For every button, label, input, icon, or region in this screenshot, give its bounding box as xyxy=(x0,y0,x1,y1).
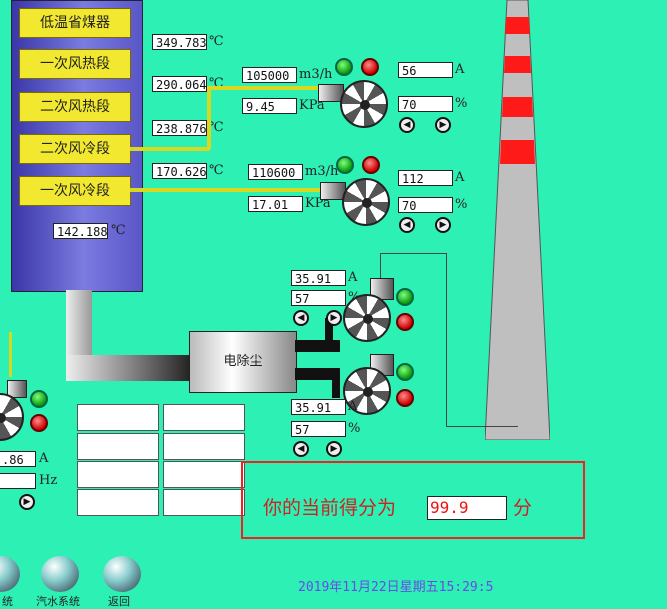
idfan1-decrease-icon[interactable]: ◀ xyxy=(293,310,309,326)
section-secondary-air-hot[interactable]: 二次风热段 xyxy=(19,92,131,122)
fan1-opening: 70 xyxy=(398,96,453,112)
temp-outlet-unit: ℃ xyxy=(111,223,126,238)
nav-system-label: 统 xyxy=(2,595,13,608)
nav-steam-water-label: 汽水系统 xyxy=(36,595,80,608)
blank-cell xyxy=(163,404,245,431)
leftfan-increase-icon[interactable]: ▶ xyxy=(19,494,35,510)
section-primary-air-hot[interactable]: 一次风热段 xyxy=(19,49,131,79)
idfan2-start-icon[interactable] xyxy=(396,363,414,381)
fan2-flow-unit: m3/h xyxy=(305,164,339,179)
idfan1-current: 35.91 xyxy=(291,270,346,286)
leftfan-frequency-unit: Hz xyxy=(39,473,58,488)
temp-primary-cold: 170.626 xyxy=(152,163,207,179)
leftfan-current-unit: A xyxy=(39,451,49,466)
temp-outlet: 142.188 xyxy=(53,223,108,239)
idfan1-stop-icon[interactable] xyxy=(396,313,414,331)
idfan2-opening-unit: % xyxy=(348,421,361,436)
idfan2-stop-icon[interactable] xyxy=(396,389,414,407)
idfan2-increase-icon[interactable]: ▶ xyxy=(326,441,342,457)
score-panel: 你的当前得分为 99.9 分 xyxy=(241,461,585,539)
fan2-decrease-icon[interactable]: ◀ xyxy=(399,217,415,233)
temp-unit: ℃ xyxy=(209,34,224,49)
fan1-pressure: 9.45 xyxy=(242,98,297,114)
blank-cell xyxy=(163,433,245,460)
fan1-flow: 105000 xyxy=(242,67,297,83)
fan2-increase-icon[interactable]: ▶ xyxy=(435,217,451,233)
fan1-opening-unit: % xyxy=(455,96,468,111)
duct-to-idfan xyxy=(295,340,340,352)
idfan2-current: 35.91 xyxy=(291,399,346,415)
blank-cell xyxy=(77,489,159,516)
fan2-stop-icon[interactable] xyxy=(362,156,380,174)
section-low-temp-economizer[interactable]: 低温省煤器 xyxy=(19,8,131,38)
flue-line xyxy=(446,253,447,426)
fan1-current-unit: A xyxy=(455,62,465,77)
temp-economizer: 349.783 xyxy=(152,34,207,50)
blank-cell xyxy=(163,461,245,488)
section-primary-air-cold[interactable]: 一次风冷段 xyxy=(19,176,131,206)
score-value: 99.9 xyxy=(427,496,507,520)
temp-unit: ℃ xyxy=(209,120,224,135)
precipitator[interactable]: 电除尘 xyxy=(189,331,297,393)
fan1-impeller[interactable] xyxy=(340,80,388,128)
datetime: 2019年11月22日星期五15:29:5 xyxy=(298,580,494,595)
blank-cell xyxy=(163,489,245,516)
flue-line xyxy=(380,253,381,278)
boiler-tower: 低温省煤器 一次风热段 二次风热段 二次风冷段 一次风冷段 142.188 ℃ xyxy=(11,0,143,292)
leftfan-frequency xyxy=(0,473,36,489)
leftfan-stop-icon[interactable] xyxy=(30,414,48,432)
air-pipe xyxy=(207,86,211,149)
fan2-opening-unit: % xyxy=(455,197,468,212)
idfan1-impeller[interactable] xyxy=(343,294,391,342)
duct-to-idfan xyxy=(332,368,340,398)
leftfan-impeller[interactable] xyxy=(0,393,24,441)
flue-duct xyxy=(66,355,191,381)
idfan1-start-icon[interactable] xyxy=(396,288,414,306)
fan1-decrease-icon[interactable]: ◀ xyxy=(399,117,415,133)
fan2-current-unit: A xyxy=(455,170,465,185)
leftfan-start-icon[interactable] xyxy=(30,390,48,408)
chimney xyxy=(484,0,551,441)
idfan1-current-unit: A xyxy=(348,270,358,285)
idfan2-decrease-icon[interactable]: ◀ xyxy=(293,441,309,457)
flue-line xyxy=(380,253,446,254)
nav-steam-water-button[interactable] xyxy=(41,556,79,592)
idfan2-current-unit: A xyxy=(348,399,358,414)
nav-return-label: 返回 xyxy=(108,595,130,608)
fan1-stop-icon[interactable] xyxy=(361,58,379,76)
fan1-increase-icon[interactable]: ▶ xyxy=(435,117,451,133)
nav-return-button[interactable] xyxy=(103,556,141,592)
air-pipe xyxy=(130,147,210,151)
fan1-flow-unit: m3/h xyxy=(299,67,333,82)
idfan2-opening: 57 xyxy=(291,421,346,437)
fan2-current: 112 xyxy=(398,170,453,186)
air-pipe xyxy=(130,188,337,192)
flue-line xyxy=(446,426,518,427)
blank-cell xyxy=(77,461,159,488)
idfan1-opening: 57 xyxy=(291,290,346,306)
fan2-opening: 70 xyxy=(398,197,453,213)
leftfan-current: .86 xyxy=(0,451,36,467)
fan2-flow: 110600 xyxy=(248,164,303,180)
fan1-start-icon[interactable] xyxy=(335,58,353,76)
temp-primary-hot: 290.064 xyxy=(152,76,207,92)
fan2-impeller[interactable] xyxy=(342,178,390,226)
nav-system-button[interactable] xyxy=(0,556,20,592)
temp-unit: ℃ xyxy=(209,163,224,178)
fan2-start-icon[interactable] xyxy=(336,156,354,174)
blank-cell xyxy=(77,433,159,460)
air-pipe xyxy=(9,332,12,377)
section-secondary-air-cold[interactable]: 二次风冷段 xyxy=(19,134,131,164)
fan1-current: 56 xyxy=(398,62,453,78)
score-unit: 分 xyxy=(513,497,533,519)
blank-cell xyxy=(77,404,159,431)
idfan1-increase-icon[interactable]: ▶ xyxy=(326,310,342,326)
score-label: 你的当前得分为 xyxy=(263,497,397,519)
temp-secondary-hot: 238.876 xyxy=(152,120,207,136)
fan2-pressure: 17.01 xyxy=(248,196,303,212)
